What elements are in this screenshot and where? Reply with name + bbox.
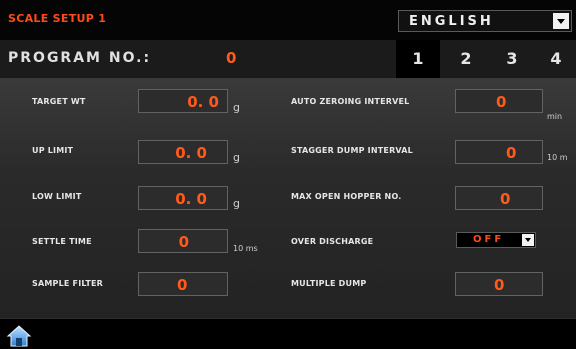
multiple-dump-label: MULTIPLE DUMP: [291, 279, 367, 288]
sample-filter-value: 0: [177, 276, 188, 294]
tab-3[interactable]: 3: [490, 40, 534, 78]
up-limit-value: 0. 0: [175, 144, 207, 162]
chevron-down-icon[interactable]: [522, 234, 534, 246]
chevron-down-icon[interactable]: [553, 13, 569, 29]
up-limit-label: UP LIMIT: [32, 146, 74, 155]
max-open-hopper-label: MAX OPEN HOPPER NO.: [291, 192, 402, 201]
up-limit-field[interactable]: 0. 0: [138, 140, 228, 164]
tab-1[interactable]: 1: [396, 40, 440, 78]
over-discharge-select[interactable]: OFF: [456, 232, 536, 248]
tab-2[interactable]: 2: [444, 40, 488, 78]
title-bar: SCALE SETUP 1 ENGLISH: [0, 0, 576, 40]
settle-time-unit: 10 ms: [233, 244, 258, 253]
low-limit-unit: g: [233, 197, 240, 210]
auto-zeroing-unit: min: [547, 112, 563, 121]
auto-zeroing-field[interactable]: 0: [455, 89, 543, 113]
low-limit-value: 0. 0: [175, 190, 207, 208]
target-wt-field[interactable]: 0. 0: [138, 89, 228, 113]
stagger-dump-value: 0: [506, 144, 517, 162]
bottom-bar: [0, 318, 576, 349]
stagger-dump-label: STAGGER DUMP INTERVAL: [291, 146, 413, 155]
tab-4[interactable]: 4: [534, 40, 576, 78]
home-icon[interactable]: [6, 324, 32, 348]
program-label: PROGRAM NO.:: [8, 50, 152, 66]
stagger-dump-unit: 10 m: [547, 153, 568, 162]
language-value: ENGLISH: [409, 14, 494, 29]
sample-filter-label: SAMPLE FILTER: [32, 279, 104, 288]
multiple-dump-field[interactable]: 0: [455, 272, 543, 296]
multiple-dump-value: 0: [494, 276, 505, 294]
over-discharge-value: OFF: [473, 234, 505, 245]
settle-time-value: 0: [178, 233, 189, 251]
language-select[interactable]: ENGLISH: [398, 10, 572, 32]
max-open-hopper-value: 0: [500, 190, 511, 208]
target-wt-label: TARGET WT: [32, 97, 86, 106]
settle-time-label: SETTLE TIME: [32, 237, 92, 246]
target-wt-value: 0. 0: [187, 93, 219, 111]
settle-time-field[interactable]: 0: [138, 229, 228, 253]
page-title: SCALE SETUP 1: [8, 12, 107, 25]
max-open-hopper-field[interactable]: 0: [455, 186, 543, 210]
up-limit-unit: g: [233, 151, 240, 164]
target-wt-unit: g: [233, 101, 240, 114]
low-limit-field[interactable]: 0. 0: [138, 186, 228, 210]
auto-zeroing-value: 0: [496, 93, 507, 111]
low-limit-label: LOW LIMIT: [32, 192, 82, 201]
sample-filter-field[interactable]: 0: [138, 272, 228, 296]
auto-zeroing-label: AUTO ZEROING INTERVEL: [291, 97, 410, 106]
over-discharge-label: OVER DISCHARGE: [291, 237, 374, 246]
program-number[interactable]: 0: [226, 49, 236, 67]
stagger-dump-field[interactable]: 0: [455, 140, 543, 164]
